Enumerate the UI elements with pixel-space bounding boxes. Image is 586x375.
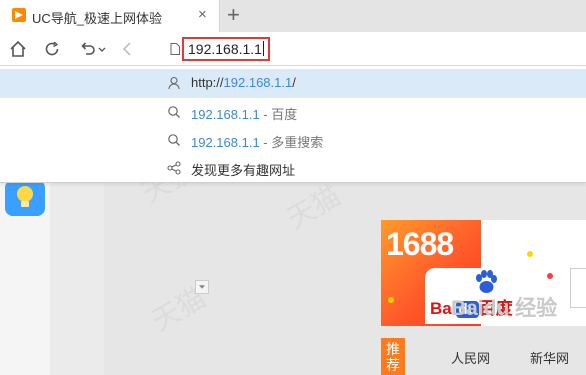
suggestion-item[interactable]: 192.168.1.1 - 百度 <box>0 98 586 127</box>
suggestion-host: 192.168.1.1 <box>191 135 260 150</box>
person-icon <box>168 76 180 90</box>
suggestion-dropdown: http://192.168.1.1/ 192.168.1.1 - 百度 192… <box>0 66 586 183</box>
recommend-tab[interactable]: 推荐 <box>381 338 405 375</box>
baidu-paw-icon <box>476 270 497 293</box>
text-caret <box>262 41 264 56</box>
tab-close-icon[interactable]: × <box>198 7 207 23</box>
ad-brand-1688: 1688 <box>386 226 454 262</box>
lightbulb-app-icon[interactable] <box>5 180 45 216</box>
suggestion-suffix: - 百度 <box>259 107 298 122</box>
home-icon[interactable] <box>8 39 28 59</box>
new-tab-icon[interactable]: + <box>227 3 240 27</box>
tab-uc-nav[interactable]: UC导航_极速上网体验 × <box>0 0 220 32</box>
suggestion-suffix: / <box>292 75 296 90</box>
suggestion-item[interactable]: 192.168.1.1 - 多重搜索 <box>0 126 586 155</box>
yellow-dot-icon <box>388 297 394 303</box>
refresh-icon[interactable] <box>42 39 62 59</box>
suggestion-host: 192.168.1.1 <box>191 107 260 122</box>
tab-title: UC导航_极速上网体验 <box>32 11 163 26</box>
suggestion-text: 发现更多有趣网址 <box>191 163 296 178</box>
toolbar: 192.168.1.1 <box>0 32 586 66</box>
undo-icon[interactable] <box>78 39 98 59</box>
suggestion-host: 192.168.1.1 <box>223 75 293 90</box>
suggestion-suffix: - 多重搜索 <box>259 135 324 150</box>
suggestion-text: 192.168.1.1 - 百度 <box>191 104 297 123</box>
uc-logo-icon <box>12 8 26 22</box>
suggestion-text: http://192.168.1.1/ <box>191 75 296 90</box>
link-people-daily[interactable]: 人民网 <box>451 348 490 367</box>
page-icon <box>170 43 180 55</box>
address-bar[interactable]: 192.168.1.1 <box>165 36 586 62</box>
suggestion-text: 192.168.1.1 - 多重搜索 <box>191 132 323 151</box>
back-icon[interactable] <box>118 39 138 59</box>
baidu-jingyan-watermark: Baidu 经验 <box>451 297 558 320</box>
suggestion-item[interactable]: 发现更多有趣网址 <box>0 154 586 183</box>
link-xinhua[interactable]: 新华网 <box>530 348 569 367</box>
red-dot-icon <box>547 273 553 279</box>
search-icon <box>168 106 180 118</box>
address-value: 192.168.1.1 <box>188 41 262 57</box>
ad-search-input[interactable] <box>570 268 586 308</box>
share-icon <box>167 161 181 175</box>
address-input[interactable]: 192.168.1.1 <box>182 37 270 61</box>
yellow-dot-icon <box>527 251 533 257</box>
dropdown-arrow-icon[interactable] <box>195 280 209 294</box>
chevron-down-icon[interactable] <box>97 39 107 59</box>
tab-strip: UC导航_极速上网体验 × + <box>0 0 586 32</box>
suggestion-item[interactable]: http://192.168.1.1/ <box>0 69 586 98</box>
suggestion-prefix: http:// <box>191 75 224 90</box>
search-icon <box>168 134 180 146</box>
